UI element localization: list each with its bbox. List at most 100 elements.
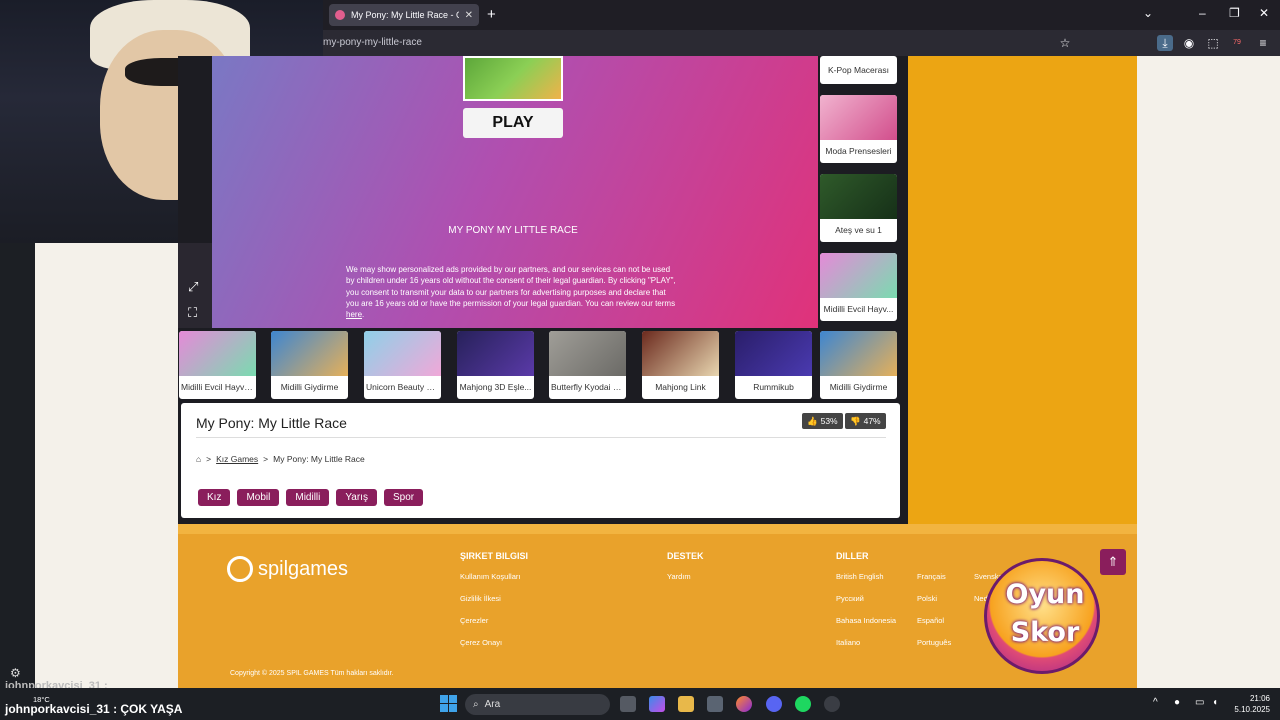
tag-spor[interactable]: Spor <box>383 489 424 506</box>
discord-icon[interactable] <box>766 696 782 712</box>
footer-link-terms[interactable]: Kullanım Koşulları <box>460 572 520 581</box>
related-game-card[interactable]: Unicorn Beauty S... <box>364 331 441 399</box>
footer-link-privacy[interactable]: Gizlilik İlkesi <box>460 594 501 603</box>
oyunskor-logo: Oyun Skor <box>984 558 1100 674</box>
footer-link-cookies[interactable]: Çerezler <box>460 616 488 625</box>
lang-spanish[interactable]: Español <box>917 616 944 625</box>
left-page-margin <box>35 243 178 688</box>
browser-tab-bar: My Pony: My Little Race - Oyun ✕ + ⌄ – ❐… <box>323 0 1280 30</box>
footer-link-help[interactable]: Yardım <box>667 572 691 581</box>
related-game-card[interactable]: Mahjong 3D Eşle... <box>457 331 534 399</box>
sidebar-game-card[interactable]: K-Pop Macerası <box>820 56 897 84</box>
tag-midilli[interactable]: Midilli <box>286 489 330 506</box>
copilot-icon[interactable] <box>649 696 665 712</box>
related-game-label: Butterfly Kyodai C... <box>551 382 626 392</box>
menu-icon[interactable]: ≡ <box>1255 35 1271 51</box>
game-controls: ⤢ ⛶ <box>178 243 212 328</box>
spilgames-logo[interactable]: spilgames <box>227 556 348 582</box>
tab-title: My Pony: My Little Race - Oyun <box>351 10 459 20</box>
related-game-card[interactable]: Midilli Evcil Hayva... <box>179 331 256 399</box>
taskbar: 18°C ⌕ Ara ^ ● ▭ ◖ 21:06 5.10.2025 <box>0 688 1280 720</box>
related-game-card[interactable]: Mahjong Link <box>642 331 719 399</box>
lang-indonesian[interactable]: Bahasa Indonesia <box>836 616 896 625</box>
related-game-image <box>735 331 812 376</box>
sidebar-game-card[interactable]: Moda Prensesleri <box>820 95 897 163</box>
like-percent: 53% <box>820 416 838 426</box>
taskbar-search[interactable]: ⌕ Ara <box>465 694 610 715</box>
lang-italian[interactable]: Italiano <box>836 638 860 647</box>
fullscreen-icon[interactable]: ⛶ <box>188 305 197 321</box>
related-game-image <box>364 331 441 376</box>
maximize-button[interactable]: ❐ <box>1229 6 1240 20</box>
related-game-card[interactable]: Midilli Giydirme <box>820 331 897 399</box>
lang-english[interactable]: British English <box>836 572 884 581</box>
related-game-image <box>179 331 256 376</box>
play-button[interactable]: PLAY <box>463 108 563 138</box>
related-game-image <box>457 331 534 376</box>
downloads-icon[interactable]: ⤓ <box>1157 35 1173 51</box>
related-game-card[interactable]: Butterfly Kyodai C... <box>549 331 626 399</box>
sidebar-game-card[interactable]: Midilli Evcil Hayv... <box>820 253 897 321</box>
close-tab-icon[interactable]: ✕ <box>465 10 473 21</box>
adblock-extension-icon[interactable]: 79 <box>1229 35 1245 51</box>
tag-mobil[interactable]: Mobil <box>237 489 280 506</box>
related-game-label: Midilli Evcil Hayva... <box>181 382 256 392</box>
dislike-percent: 47% <box>863 416 881 426</box>
sidebar-game-image <box>820 253 897 298</box>
left-dark-strip <box>0 243 35 688</box>
windows-start-icon[interactable] <box>440 695 457 712</box>
related-game-image <box>820 331 897 376</box>
expand-icon[interactable]: ⤢ <box>188 279 198 295</box>
breadcrumb-separator-icon: > <box>263 454 269 464</box>
title-divider <box>196 437 886 438</box>
scroll-top-button[interactable]: ⇑ <box>1100 549 1126 575</box>
minimize-button[interactable]: – <box>1199 6 1206 20</box>
tag-yaris[interactable]: Yarış <box>336 489 377 506</box>
store-icon[interactable] <box>707 696 723 712</box>
task-view-icon[interactable] <box>620 696 636 712</box>
dislike-button[interactable]: 👎 47% <box>845 413 886 429</box>
game-title-caps: MY PONY MY LITTLE RACE <box>448 225 578 236</box>
tray-chevron-icon[interactable]: ^ <box>1153 697 1158 708</box>
tag-kiz[interactable]: Kız <box>198 489 231 506</box>
network-icon[interactable]: ▭ <box>1195 697 1204 708</box>
game-info-panel: My Pony: My Little Race 👍 53% 👎 47% ⌂ > … <box>181 403 900 518</box>
url-field[interactable]: my-pony-my-little-race <box>323 37 422 48</box>
like-button[interactable]: 👍 53% <box>802 413 843 429</box>
sidebar-game-label: Ateş ve su 1 <box>835 225 882 235</box>
tab-list-icon[interactable]: ⌄ <box>1143 6 1153 20</box>
extensions-icon[interactable]: ⬚ <box>1205 35 1221 51</box>
sidebar-game-label: K-Pop Macerası <box>828 65 889 75</box>
microphone-icon[interactable]: ● <box>1174 697 1180 708</box>
spotify-icon[interactable] <box>795 696 811 712</box>
browser-tab[interactable]: My Pony: My Little Race - Oyun ✕ <box>329 4 479 26</box>
sidebar-game-image <box>820 174 897 219</box>
volume-icon[interactable]: ◖ <box>1212 697 1218 708</box>
bookmark-star-icon[interactable]: ☆ <box>1057 35 1073 51</box>
home-icon[interactable]: ⌂ <box>196 454 201 464</box>
terms-link[interactable]: here <box>346 310 362 319</box>
support-heading: DESTEK <box>667 551 704 561</box>
sidebar-game-card[interactable]: Ateş ve su 1 <box>820 174 897 242</box>
sidebar-game-label: Midilli Evcil Hayv... <box>823 304 894 314</box>
breadcrumb-category[interactable]: Kız Games <box>216 454 258 464</box>
chat-settings-icon[interactable]: ⚙ <box>10 666 21 680</box>
steam-icon[interactable] <box>824 696 840 712</box>
footer-link-cookie-consent[interactable]: Çerez Onayı <box>460 638 502 647</box>
address-bar: my-pony-my-little-race ☆ ⤓ ◉ ⬚ 79 ≡ <box>323 30 1280 56</box>
tab-favicon-icon <box>335 10 345 20</box>
taskbar-clock[interactable]: 21:06 5.10.2025 <box>1232 693 1270 715</box>
account-icon[interactable]: ◉ <box>1181 35 1197 51</box>
file-explorer-icon[interactable] <box>678 696 694 712</box>
lang-russian[interactable]: Русский <box>836 594 864 603</box>
lang-french[interactable]: Français <box>917 572 946 581</box>
lang-polish[interactable]: Polski <box>917 594 937 603</box>
firefox-icon[interactable] <box>736 696 752 712</box>
oyunskor-line1: Oyun <box>1005 579 1085 610</box>
close-window-button[interactable]: ✕ <box>1259 6 1269 20</box>
new-tab-button[interactable]: + <box>487 6 496 23</box>
lang-portuguese[interactable]: Português <box>917 638 951 647</box>
related-game-card[interactable]: Midilli Giydirme <box>271 331 348 399</box>
related-game-card[interactable]: Rummikub <box>735 331 812 399</box>
related-game-label: Unicorn Beauty S... <box>366 382 440 392</box>
